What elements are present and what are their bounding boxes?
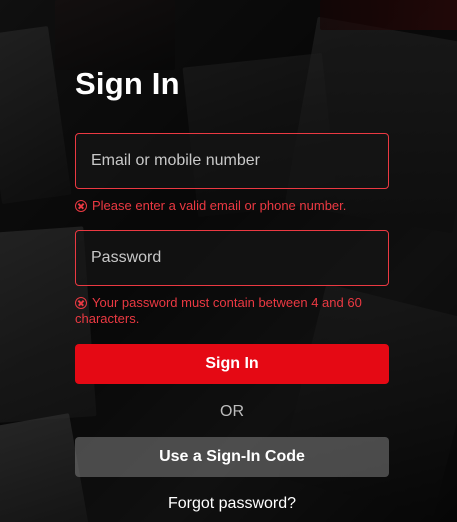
- page-title: Sign In: [75, 66, 180, 101]
- email-field[interactable]: [75, 133, 389, 189]
- email-error-message: Please enter a valid email or phone numb…: [75, 198, 389, 214]
- signin-panel: Sign In Please enter a valid email or ph…: [0, 0, 457, 522]
- forgot-password-link[interactable]: Forgot password?: [75, 495, 389, 513]
- password-field[interactable]: [75, 230, 389, 286]
- signin-code-button[interactable]: Use a Sign-In Code: [75, 437, 389, 477]
- email-error-text: Please enter a valid email or phone numb…: [92, 198, 347, 213]
- error-icon: [75, 297, 87, 309]
- error-icon: [75, 200, 87, 212]
- password-error-message: Your password must contain between 4 and…: [75, 295, 389, 327]
- or-divider: OR: [220, 403, 244, 420]
- password-error-text: Your password must contain between 4 and…: [75, 295, 362, 326]
- signin-button[interactable]: Sign In: [75, 344, 389, 384]
